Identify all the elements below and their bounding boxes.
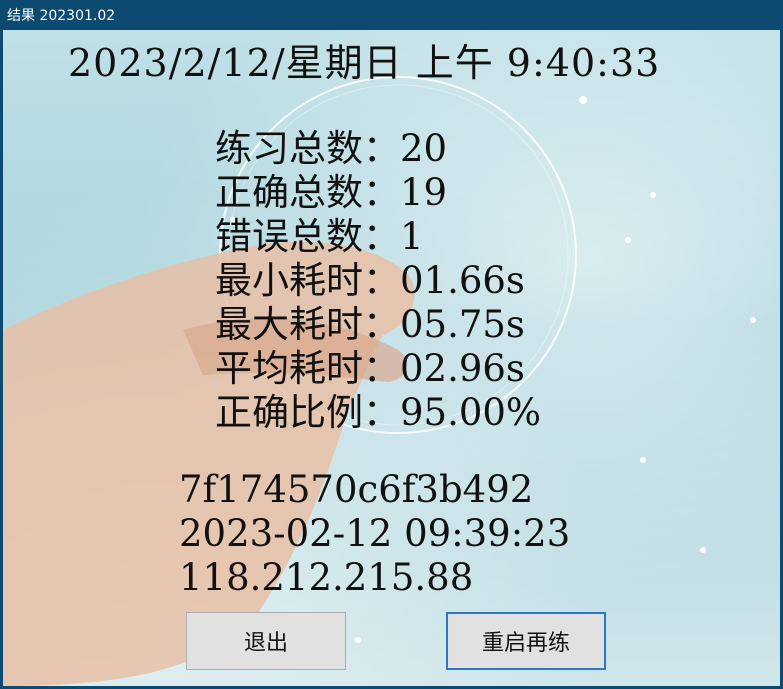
session-code: 7f174570c6f3b492: [179, 468, 534, 511]
result-window: 2023/2/12/星期日 上午 9:40:33 练习总数：20 正确总数：19…: [3, 30, 780, 686]
current-datetime: 2023/2/12/星期日 上午 9:40:33: [68, 41, 661, 85]
stat-value: 95.00%: [400, 391, 542, 434]
title-bar: 结果 202301.02: [0, 0, 783, 30]
restart-button[interactable]: 重启再练: [446, 612, 606, 670]
session-timestamp: 2023-02-12 09:39:23: [179, 512, 571, 555]
ip-address: 118.212.215.88: [179, 556, 474, 599]
exit-button[interactable]: 退出: [186, 612, 346, 670]
stat-label: 正确比例：: [215, 391, 400, 434]
window-title: 结果 202301.02: [7, 8, 116, 24]
stat-accuracy: 正确比例：95.00%: [215, 382, 541, 436]
